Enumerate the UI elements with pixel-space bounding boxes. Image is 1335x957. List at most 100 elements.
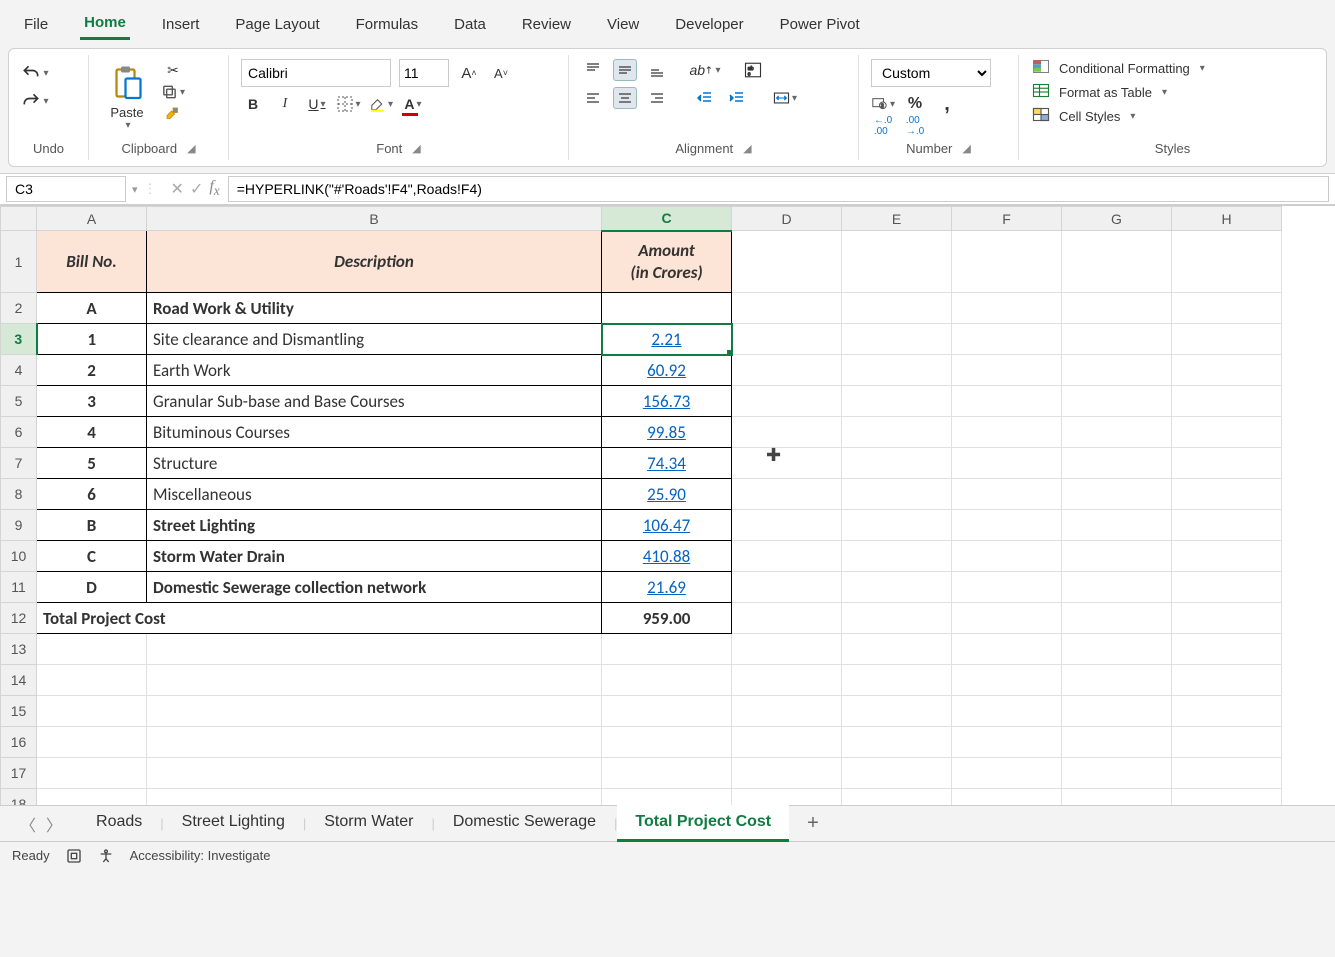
cell-empty[interactable]: [147, 727, 602, 758]
cell-empty[interactable]: [1062, 727, 1172, 758]
cell-empty[interactable]: [842, 448, 952, 479]
cell-billno-10[interactable]: C: [37, 541, 147, 572]
cell-empty[interactable]: [1062, 634, 1172, 665]
cell-empty[interactable]: [1062, 696, 1172, 727]
cell-empty[interactable]: [602, 665, 732, 696]
cell-desc-3[interactable]: Site clearance and Dismantling: [147, 324, 602, 355]
cell-billno-2[interactable]: A: [37, 293, 147, 324]
tab-total-project-cost[interactable]: Total Project Cost: [617, 805, 789, 842]
increase-indent-button[interactable]: [725, 87, 749, 109]
add-sheet-button[interactable]: +: [793, 812, 833, 835]
cell-empty[interactable]: [732, 479, 842, 510]
cell-empty[interactable]: [1062, 448, 1172, 479]
cell-empty[interactable]: [842, 541, 952, 572]
cell-desc-4[interactable]: Earth Work: [147, 355, 602, 386]
cell-empty[interactable]: [732, 293, 842, 324]
row-header-5[interactable]: 5: [1, 386, 37, 417]
cell-empty[interactable]: [1172, 324, 1282, 355]
cell-billno-7[interactable]: 5: [37, 448, 147, 479]
cell-empty[interactable]: [732, 448, 842, 479]
col-header-A[interactable]: A: [37, 207, 147, 231]
row-header-13[interactable]: 13: [1, 634, 37, 665]
row-header-2[interactable]: 2: [1, 293, 37, 324]
cell-empty[interactable]: [1062, 231, 1172, 293]
row-header-11[interactable]: 11: [1, 572, 37, 603]
cell-empty[interactable]: [732, 510, 842, 541]
tab-roads[interactable]: Roads: [78, 805, 160, 842]
cell-empty[interactable]: [1172, 386, 1282, 417]
tab-nav-prev[interactable]: 〈: [20, 812, 36, 836]
tab-storm-water[interactable]: Storm Water: [306, 805, 431, 842]
decrease-font-button[interactable]: A˅: [489, 62, 513, 84]
fill-color-button[interactable]: ▾: [369, 93, 393, 115]
number-format-select[interactable]: Custom: [871, 59, 991, 87]
col-header-D[interactable]: D: [732, 207, 842, 231]
col-header-G[interactable]: G: [1062, 207, 1172, 231]
align-left-button[interactable]: [581, 87, 605, 109]
cell-total-label[interactable]: Total Project Cost: [37, 603, 602, 634]
cell-empty[interactable]: [952, 727, 1062, 758]
merge-center-button[interactable]: ▾: [773, 87, 797, 109]
cell-empty[interactable]: [952, 386, 1062, 417]
cell-empty[interactable]: [37, 634, 147, 665]
cell-empty[interactable]: [952, 758, 1062, 789]
cell-empty[interactable]: [37, 727, 147, 758]
cell-empty[interactable]: [952, 417, 1062, 448]
alignment-launcher[interactable]: ◢: [743, 142, 751, 155]
cell-empty[interactable]: [602, 727, 732, 758]
cell-empty[interactable]: [952, 696, 1062, 727]
cell-empty[interactable]: [147, 665, 602, 696]
cell-empty[interactable]: [1172, 231, 1282, 293]
cell-desc-6[interactable]: Bituminous Courses: [147, 417, 602, 448]
cell-empty[interactable]: [1062, 789, 1172, 806]
cell-empty[interactable]: [732, 355, 842, 386]
cell-empty[interactable]: [842, 634, 952, 665]
cell-empty[interactable]: [147, 789, 602, 806]
cell-total-value[interactable]: 959.00: [602, 603, 732, 634]
cell-empty[interactable]: [952, 355, 1062, 386]
cell-empty[interactable]: [842, 479, 952, 510]
cell-empty[interactable]: [1062, 324, 1172, 355]
cell-empty[interactable]: [602, 634, 732, 665]
underline-button[interactable]: U▾: [305, 93, 329, 115]
cell-empty[interactable]: [602, 758, 732, 789]
cell-empty[interactable]: [842, 417, 952, 448]
cell-billno-8[interactable]: 6: [37, 479, 147, 510]
accessibility-icon[interactable]: [98, 848, 114, 864]
row-header-3[interactable]: 3: [1, 324, 37, 355]
tab-street-lighting[interactable]: Street Lighting: [164, 805, 303, 842]
cell-amount-3[interactable]: 2.21: [602, 324, 732, 355]
row-header-9[interactable]: 9: [1, 510, 37, 541]
align-center-button[interactable]: [613, 87, 637, 109]
clipboard-launcher[interactable]: ◢: [187, 142, 195, 155]
cell-empty[interactable]: [952, 231, 1062, 293]
col-header-E[interactable]: E: [842, 207, 952, 231]
cell-empty[interactable]: [1172, 479, 1282, 510]
cell-empty[interactable]: [1172, 696, 1282, 727]
header-amount[interactable]: Amount (in Crores): [602, 231, 732, 293]
col-header-H[interactable]: H: [1172, 207, 1282, 231]
cell-empty[interactable]: [732, 758, 842, 789]
cell-empty[interactable]: [952, 541, 1062, 572]
cell-empty[interactable]: [1172, 634, 1282, 665]
copy-button[interactable]: ▾: [161, 81, 185, 103]
cell-empty[interactable]: [842, 696, 952, 727]
align-top-button[interactable]: [581, 59, 605, 81]
cell-empty[interactable]: [1062, 541, 1172, 572]
cell-empty[interactable]: [1172, 789, 1282, 806]
cell-empty[interactable]: [732, 324, 842, 355]
menu-view[interactable]: View: [603, 10, 643, 39]
cell-empty[interactable]: [732, 634, 842, 665]
paste-button[interactable]: Paste ▾: [101, 59, 153, 135]
cell-empty[interactable]: [147, 758, 602, 789]
cell-empty[interactable]: [732, 603, 842, 634]
cell-billno-6[interactable]: 4: [37, 417, 147, 448]
cell-empty[interactable]: [1062, 758, 1172, 789]
macro-icon[interactable]: [66, 848, 82, 864]
font-name-select[interactable]: [241, 59, 391, 87]
align-right-button[interactable]: [645, 87, 669, 109]
wrap-text-button[interactable]: abc: [741, 59, 765, 81]
row-header-12[interactable]: 12: [1, 603, 37, 634]
cell-empty[interactable]: [842, 355, 952, 386]
cell-empty[interactable]: [952, 293, 1062, 324]
